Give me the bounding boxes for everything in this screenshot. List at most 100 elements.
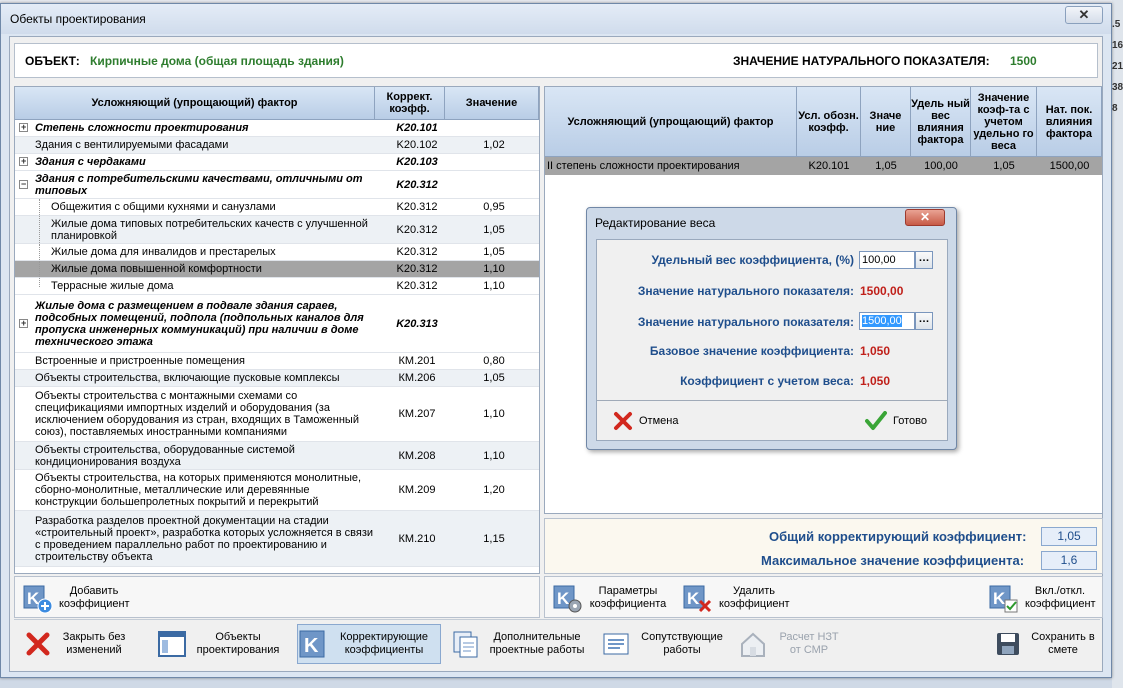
weight-picker-button[interactable]: … (915, 251, 933, 269)
nat-value-label: Значение натурального показателя: (637, 284, 854, 298)
toggle-coefficient-button[interactable]: K Вкл./откл. коэффициент (987, 582, 1096, 614)
edge-value: 8 (1112, 103, 1118, 114)
save-in-estimate-button[interactable]: Сохранить в смете (994, 624, 1100, 664)
row-code: K20.103 (396, 156, 438, 168)
edge-value: .5 (1112, 19, 1121, 30)
tree-row[interactable]: + Степень сложности проектирования K20.1… (15, 120, 539, 137)
row-factor: Встроенные и пристроенные помещения (35, 355, 245, 367)
row-code: КМ.201 (398, 355, 436, 367)
row-factor: Жилые дома с размещением в подвале здани… (35, 299, 364, 348)
tree-row[interactable]: Жилые дома типовых потребительских качес… (15, 216, 539, 244)
tree-line (39, 216, 40, 243)
svg-text:K: K (304, 635, 319, 657)
column-header-factor[interactable]: Усложняющий (упрощающий) фактор (545, 87, 797, 157)
tree-row[interactable]: Объекты строительства, на которых примен… (15, 470, 539, 511)
calc-label: Расчет НЗТ от СМР (779, 631, 839, 656)
tree-row[interactable]: Разработка разделов проектной документац… (15, 511, 539, 567)
params-icon: K (553, 585, 582, 613)
natural-indicator-label: ЗНАЧЕНИЕ НАТУРАЛЬНОГО ПОКАЗАТЕЛЯ: (733, 54, 990, 68)
object-value: Кирпичные дома (общая площадь здания) (90, 54, 344, 68)
row-code: K20.101 (396, 122, 438, 134)
close-without-changes-button[interactable]: Закрыть без изменений (24, 624, 144, 664)
tree-row[interactable]: Объекты строительства, оборудованные сис… (15, 442, 539, 470)
column-header-value[interactable]: Значе ние (861, 87, 911, 157)
tree-row[interactable]: + Здания с чердаками K20.103 (15, 154, 539, 171)
column-header-natural[interactable]: Нат. пок. влияния фактора (1037, 87, 1102, 157)
tree-row[interactable]: Здания с вентилируемыми фасадами K20.102… (15, 137, 539, 154)
column-header-factor[interactable]: Усложняющий (упрощающий) фактор (15, 87, 375, 120)
row-factor: Объекты строительства с монтажными схема… (35, 390, 359, 438)
tree-row[interactable]: Объекты строительства с монтажными схема… (15, 387, 539, 442)
tree-row[interactable]: Встроенные и пристроенные помещения КМ.2… (15, 353, 539, 370)
row-code: КМ.207 (398, 408, 436, 420)
window-title: Обекты проектирования (10, 12, 146, 26)
column-header-value[interactable]: Значение (445, 87, 539, 120)
dialog-close-button[interactable]: ✕ (905, 209, 945, 226)
row-factor: Здания с потребительскими качествами, от… (35, 172, 363, 197)
edge-value: 21 (1112, 61, 1123, 72)
total-coeff-label: Общий корректирующий коэффициент: (769, 529, 1027, 544)
close-window-button[interactable]: ✕ (1065, 6, 1103, 24)
background-window-edge: .5 16 21 38 8 (1112, 0, 1123, 688)
row-value: 1,05 (483, 246, 505, 258)
coefficient-params-button[interactable]: K Параметры коэффициента (551, 582, 667, 614)
edge-value: 38 (1112, 82, 1123, 93)
done-button[interactable]: Готово (865, 407, 927, 435)
params-label: Параметры коэффициента (589, 585, 667, 610)
tree-row[interactable]: Объекты строительства, включающие пусков… (15, 370, 539, 387)
total-coeff-value: 1,05 (1041, 527, 1097, 546)
row-code: K20.312 (396, 178, 438, 191)
objects-label: Объекты проектирования (196, 631, 280, 656)
right-action-bar: K Параметры коэффициента K Удалить коэфф… (544, 576, 1103, 618)
column-header-weight[interactable]: Удель ный вес влияния фактора (911, 87, 971, 157)
design-objects-button[interactable]: Объекты проектирования (157, 624, 287, 664)
cancel-button[interactable]: Отмена (613, 407, 678, 435)
tree-line (39, 244, 40, 260)
delete-label: Удалить коэффициент (719, 585, 790, 610)
tree-row-selected[interactable]: Жилые дома повышенной комфортности K20.3… (15, 261, 539, 278)
natural-indicator-value: 1500 (1010, 54, 1037, 68)
column-header-weighted[interactable]: Значение коэф-та с учетом удельно го вес… (971, 87, 1037, 157)
row-value: 1,10 (483, 263, 505, 275)
column-header-code[interactable]: Усл. обозн. коэфф. (797, 87, 861, 157)
dialog-separator (597, 400, 947, 401)
object-header: ОБЪЕКТ: Кирпичные дома (общая площадь зд… (14, 43, 1098, 78)
main-toolbar: Закрыть без изменений Объекты проектиров… (14, 619, 1100, 667)
expand-icon[interactable]: + (19, 319, 28, 328)
add-coefficient-button[interactable]: K Добавить коэффициент (21, 582, 130, 614)
tree-row[interactable]: Жилые дома для инвалидов и престарелых K… (15, 244, 539, 261)
coefficient-k-icon: K (299, 630, 325, 658)
svg-text:K: K (993, 589, 1006, 608)
table-row[interactable]: II степень сложности проектирования K20.… (545, 157, 1102, 175)
nat-picker-button[interactable]: … (915, 312, 933, 330)
expand-icon[interactable]: + (19, 123, 28, 132)
row-value: 1,10 (483, 449, 505, 462)
summary-panel: Общий корректирующий коэффициент: 1,05 М… (544, 518, 1103, 574)
row-value: 0,95 (483, 201, 505, 213)
correction-coefficients-button[interactable]: K Корректирующие коэффициенты (297, 624, 441, 664)
expand-icon[interactable]: + (19, 157, 28, 166)
tree-row[interactable]: + Жилые дома с размещением в подвале зда… (15, 295, 539, 353)
row-code: K20.102 (396, 139, 438, 151)
tree-row[interactable]: Общежития с общими кухнями и санузлами K… (15, 199, 539, 216)
nat-input-selected-text: 1500,00 (862, 315, 902, 327)
calc-nzt-button[interactable]: Расчет НЗТ от СМР (738, 624, 848, 664)
row-value (459, 120, 529, 136)
title-bar: Обекты проектирования ✕ (1, 4, 1111, 34)
additional-design-works-button[interactable]: Дополнительные проектные работы (451, 624, 591, 664)
dialog-title: Редактирование веса (595, 216, 716, 230)
tree-line (39, 261, 40, 277)
collapse-icon[interactable]: − (19, 180, 28, 189)
nat-input[interactable]: 1500,00 (859, 312, 915, 330)
tree-row[interactable]: Террасные жилые дома K20.312 1,10 (15, 278, 539, 295)
row-value (459, 295, 529, 352)
delete-coefficient-button[interactable]: K Удалить коэффициент (681, 582, 790, 614)
close-label: Закрыть без изменений (62, 631, 126, 656)
row-code: K20.312 (396, 263, 438, 275)
related-works-button[interactable]: Сопутствующие работы (601, 624, 729, 664)
weight-input[interactable]: 100,00 (859, 251, 915, 269)
column-header-coeff[interactable]: Коррект. коэфф. (375, 87, 445, 120)
object-label: ОБЪЕКТ: (25, 54, 80, 68)
documents-icon (453, 631, 478, 658)
tree-row[interactable]: − Здания с потребительскими качествами, … (15, 171, 539, 199)
